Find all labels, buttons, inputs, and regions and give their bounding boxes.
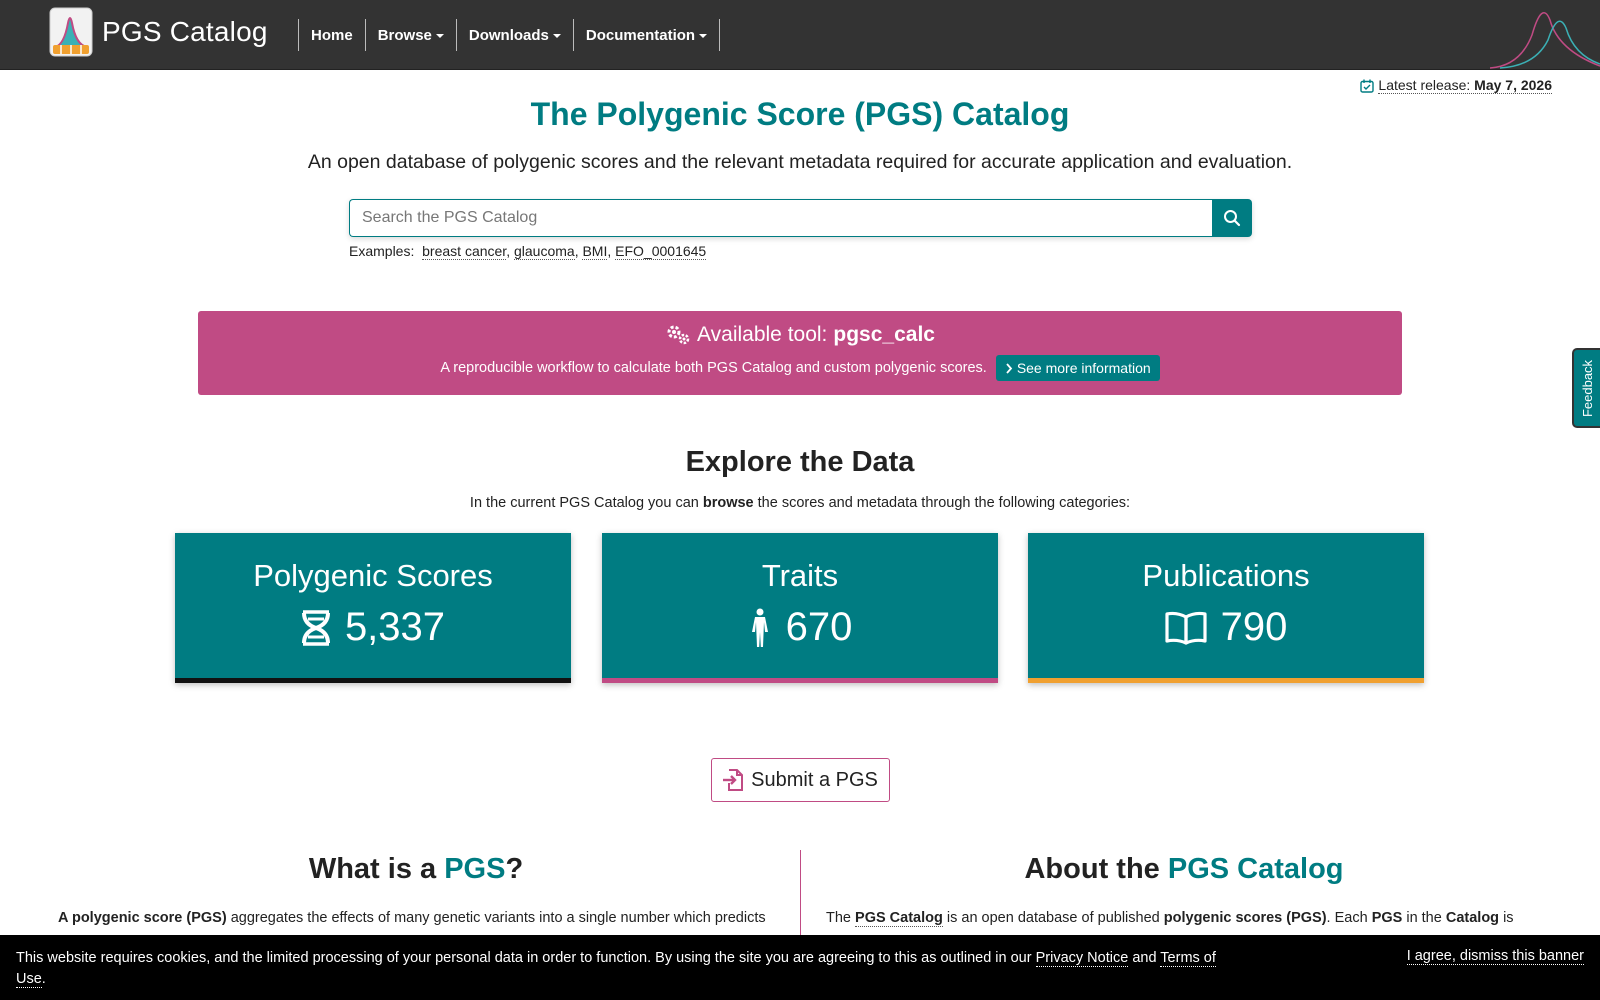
about-text: is bbox=[1503, 910, 1514, 926]
person-icon bbox=[751, 608, 768, 647]
tool-name: pgsc_calc bbox=[833, 323, 935, 346]
pgs-catalog-link[interactable]: PGS Catalog bbox=[855, 910, 943, 927]
card-publications[interactable]: Publications 790 bbox=[1028, 533, 1424, 683]
nav-documentation-dropdown[interactable]: Documentation bbox=[574, 19, 721, 51]
what-is-prefix: What is a bbox=[308, 853, 437, 885]
chevron-right-icon bbox=[1006, 362, 1013, 374]
release-label: Latest release: bbox=[1378, 77, 1471, 93]
example-link[interactable]: breast cancer bbox=[422, 243, 507, 260]
tool-title: Available tool: pgsc_calc bbox=[198, 323, 1402, 347]
cookie-message: This website requires cookies, and the l… bbox=[16, 950, 1032, 966]
search-examples: Examples: breast cancer, glaucoma, BMI, … bbox=[349, 243, 707, 260]
about-bold: Catalog bbox=[1445, 910, 1500, 926]
feedback-label: Feedback bbox=[1580, 359, 1596, 417]
caret-down-icon bbox=[435, 34, 444, 38]
gears-icon bbox=[667, 325, 690, 345]
what-is-text: aggregates the effects of many genetic v… bbox=[230, 910, 766, 926]
nav-downloads-label: Downloads bbox=[468, 26, 549, 44]
dismiss-cookie-button[interactable]: I agree, dismiss this banner bbox=[1406, 948, 1584, 965]
about-catalog-title: About the PGS Catalog bbox=[826, 853, 1542, 886]
caret-down-icon bbox=[552, 34, 561, 38]
caret-down-icon bbox=[699, 34, 708, 38]
tool-banner: Available tool: pgsc_calc A reproducible… bbox=[198, 311, 1402, 395]
examples-label: Examples: bbox=[349, 243, 415, 259]
nav-documentation-label: Documentation bbox=[585, 26, 696, 44]
about-bold: polygenic scores (PGS) bbox=[1163, 910, 1327, 926]
explore-subtitle: In the current PGS Catalog you can brows… bbox=[0, 495, 1600, 511]
submit-pgs-button[interactable]: Submit a PGS bbox=[711, 758, 890, 802]
card-title: Publications bbox=[1142, 558, 1310, 593]
dna-icon bbox=[301, 609, 330, 646]
tool-description-row: A reproducible workflow to calculate bot… bbox=[198, 355, 1402, 381]
example-link[interactable]: EFO_0001645 bbox=[615, 243, 707, 260]
card-count-row: 670 bbox=[602, 605, 998, 650]
about-bold: PGS bbox=[1371, 910, 1403, 926]
what-is-pgs-paragraph: A polygenic score (PGS) aggregates the e… bbox=[58, 908, 774, 929]
about-catalog-paragraph: The PGS Catalog is an open database of p… bbox=[826, 908, 1542, 929]
explore-title: Explore the Data bbox=[685, 446, 915, 478]
card-accent-bar bbox=[1028, 678, 1424, 683]
about-text: The bbox=[826, 910, 851, 926]
card-polygenic-scores[interactable]: Polygenic Scores 5,337 bbox=[175, 533, 571, 683]
search-icon bbox=[1224, 210, 1241, 227]
main-nav: Home Browse Downloads Documentation bbox=[298, 19, 721, 51]
cookie-text: This website requires cookies, and the l… bbox=[16, 948, 1226, 990]
cookie-banner: This website requires cookies, and the l… bbox=[0, 935, 1600, 1000]
distribution-curves-decoration bbox=[1490, 11, 1600, 69]
about-prefix: About the bbox=[1024, 853, 1160, 885]
see-more-button[interactable]: See more information bbox=[995, 355, 1160, 381]
page-subtitle: An open database of polygenic scores and… bbox=[307, 151, 1293, 173]
card-title: Traits bbox=[761, 558, 839, 593]
calendar-check-icon bbox=[1360, 79, 1375, 93]
card-count: 790 bbox=[1220, 605, 1288, 649]
tool-description: A reproducible workflow to calculate bot… bbox=[440, 360, 987, 376]
explore-sub-prefix: In the current PGS Catalog you can bbox=[469, 495, 699, 511]
nav-home-label: Home bbox=[311, 26, 353, 44]
card-title: Polygenic Scores bbox=[253, 558, 493, 593]
nav-browse-label: Browse bbox=[377, 26, 432, 44]
tool-prefix: Available tool: bbox=[697, 323, 828, 346]
release-text: Latest release: May 7, 2026 bbox=[1378, 77, 1552, 94]
card-count-row: 790 bbox=[1028, 605, 1424, 650]
explore-sub-suffix: the scores and metadata through the foll… bbox=[757, 495, 1131, 511]
about-text: in the bbox=[1406, 910, 1442, 926]
card-accent-bar bbox=[602, 678, 998, 683]
nav-browse-dropdown[interactable]: Browse bbox=[366, 19, 457, 51]
search-bar bbox=[349, 199, 1252, 237]
about-text: . Each bbox=[1326, 910, 1368, 926]
example-link[interactable]: BMI bbox=[582, 243, 608, 260]
nav-downloads-dropdown[interactable]: Downloads bbox=[457, 19, 574, 51]
what-is-accent: PGS bbox=[444, 853, 506, 885]
book-icon bbox=[1165, 611, 1207, 645]
brand-name: PGS Catalog bbox=[102, 16, 268, 47]
explore-sub-bold: browse bbox=[702, 495, 754, 511]
about-text: is an open database of published bbox=[946, 910, 1160, 926]
pgs-logo-icon bbox=[49, 7, 93, 57]
page-title: The Polygenic Score (PGS) Catalog bbox=[530, 96, 1070, 132]
latest-release[interactable]: Latest release: May 7, 2026 bbox=[1360, 77, 1552, 94]
submit-label: Submit a PGS bbox=[751, 768, 878, 791]
nav-home[interactable]: Home bbox=[299, 19, 366, 51]
see-more-label: See more information bbox=[1016, 360, 1151, 376]
search-input[interactable] bbox=[349, 199, 1212, 237]
what-is-suffix: ? bbox=[505, 853, 524, 885]
card-count: 5,337 bbox=[344, 605, 446, 649]
top-navbar: PGS Catalog Home Browse Downloads Docume… bbox=[0, 0, 1600, 70]
card-traits[interactable]: Traits 670 bbox=[602, 533, 998, 683]
file-import-icon bbox=[723, 769, 744, 791]
cookie-and: and bbox=[1132, 950, 1157, 966]
card-count: 670 bbox=[785, 605, 853, 649]
about-accent: PGS Catalog bbox=[1167, 853, 1344, 885]
brand[interactable]: PGS Catalog bbox=[49, 7, 268, 57]
cookie-end: . bbox=[41, 971, 46, 987]
example-link[interactable]: glaucoma bbox=[513, 243, 575, 260]
release-date: May 7, 2026 bbox=[1474, 77, 1552, 93]
feedback-tab[interactable]: Feedback bbox=[1572, 348, 1600, 428]
privacy-notice-link[interactable]: Privacy Notice bbox=[1035, 950, 1129, 967]
search-button[interactable] bbox=[1212, 199, 1252, 237]
card-count-row: 5,337 bbox=[175, 605, 571, 650]
what-is-pgs-title: What is a PGS? bbox=[58, 853, 774, 886]
what-is-bold: A polygenic score (PGS) bbox=[58, 910, 227, 926]
card-accent-bar bbox=[175, 678, 571, 683]
